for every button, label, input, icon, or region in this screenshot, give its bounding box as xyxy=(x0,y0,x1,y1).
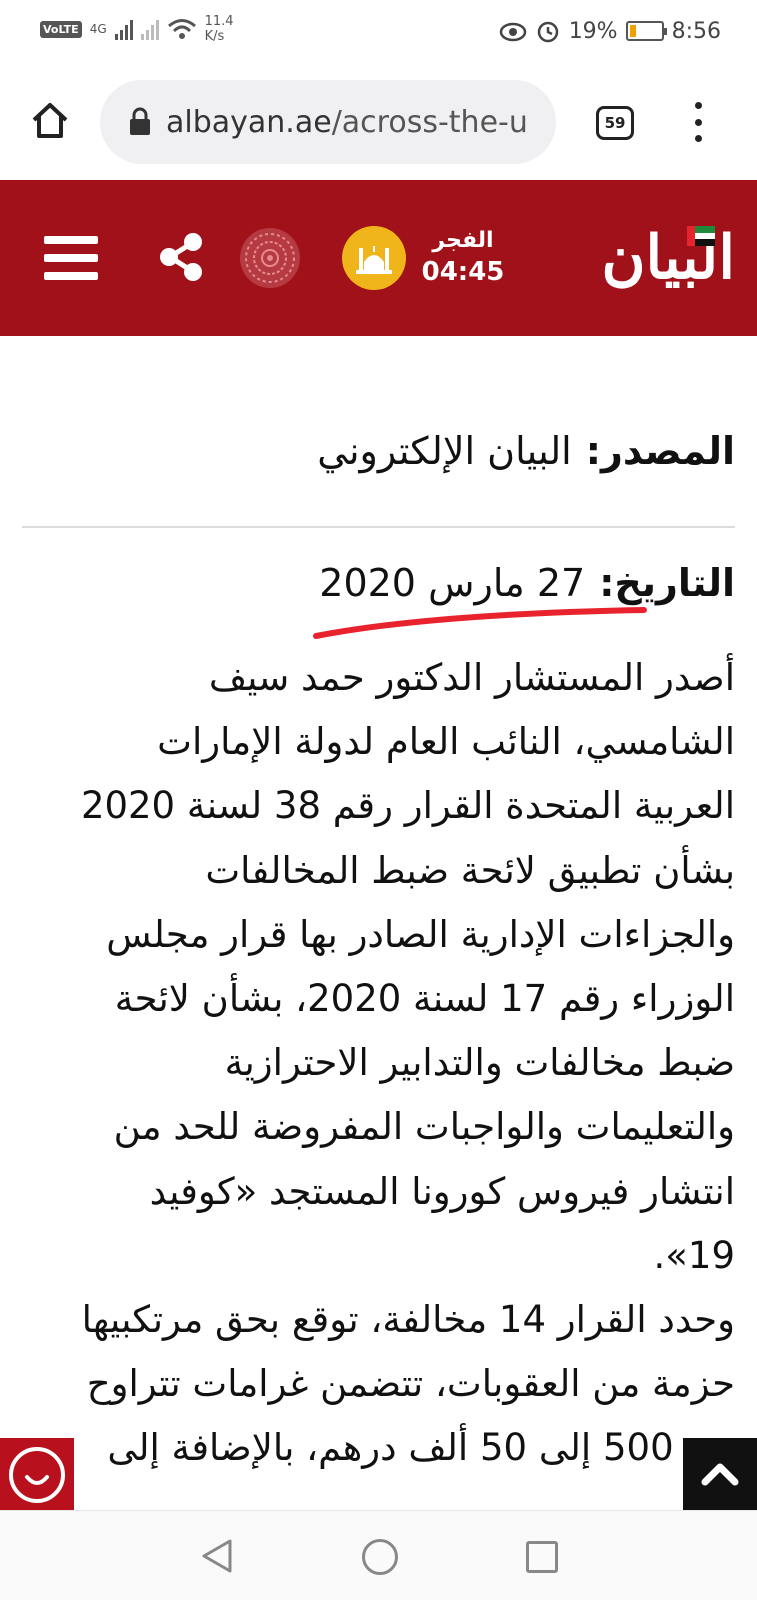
browser-toolbar: albayan.ae/across-the-u 59 xyxy=(0,64,757,180)
scroll-top-button[interactable] xyxy=(683,1438,757,1512)
paragraph-1-line: الشامسي، النائب العام لدولة الإمارات xyxy=(157,720,735,764)
net-speed-unit: K/s xyxy=(204,29,225,44)
date-row: التاريخ: 27 مارس 2020 xyxy=(319,558,735,608)
site-header: الفجر 04:45 البيان xyxy=(0,180,757,336)
share-icon[interactable] xyxy=(158,232,204,282)
hamburger-icon[interactable] xyxy=(44,236,98,280)
red-underline-annotation xyxy=(313,607,647,639)
clock: 8:56 xyxy=(671,18,721,44)
paragraph-1-line: والتعليمات والواجبات المفروضة للحد من xyxy=(113,1105,735,1149)
divider xyxy=(22,526,735,528)
url-bar[interactable]: albayan.ae/across-the-u xyxy=(100,80,556,164)
article-body: المصدر: البيان الإلكتروني التاريخ: 27 مارس… xyxy=(0,336,757,1506)
signal-2-icon xyxy=(140,18,159,40)
chevron-up-icon xyxy=(701,1463,739,1486)
uae-flag-icon xyxy=(687,226,715,246)
prayer-time-widget[interactable]: الفجر 04:45 xyxy=(420,228,506,287)
paragraph-2-line: حزمة من العقوبات، تتضمن غرامات تتراوح xyxy=(86,1362,735,1406)
source-value: البيان الإلكتروني xyxy=(317,429,572,473)
paragraph-2: وحدد القرار 14 مخالفة، توقع بحق مرتكبيها… xyxy=(20,1288,735,1481)
date-label: التاريخ: xyxy=(599,561,735,605)
paragraph-1-line: أصدر المستشار الدكتور حمد سيف xyxy=(208,656,735,699)
source-row: المصدر: البيان الإلكتروني xyxy=(317,426,735,476)
paragraph-2-line: بين 500 إلى 50 ألف درهم، بالإضافة إلى xyxy=(107,1426,735,1470)
home-circle-icon[interactable] xyxy=(362,1539,398,1575)
net-speed: 11.4 K/s xyxy=(205,14,234,44)
url-domain: albayan.ae xyxy=(166,104,332,140)
status-right: 19% 8:56 xyxy=(499,18,721,44)
volte-badge: VoLTE xyxy=(40,20,82,38)
paragraph-1-line: بشأن تطبيق لائحة ضبط المخالفات xyxy=(205,848,735,892)
system-nav-bar xyxy=(0,1510,757,1600)
date-value: 27 مارس 2020 xyxy=(319,561,586,605)
source-label: المصدر: xyxy=(585,429,735,473)
status-bar: VoLTE 4G 11.4 K/s 19% 8:56 xyxy=(0,0,757,64)
paragraph-2-line: وحدد القرار 14 مخالفة، توقع بحق مرتكبيها xyxy=(81,1298,735,1342)
lock-icon xyxy=(130,107,150,135)
back-triangle-icon[interactable] xyxy=(200,1537,234,1575)
battery-icon xyxy=(625,21,667,41)
prayer-time: 04:45 xyxy=(421,257,505,287)
paragraph-1: أصدر المستشار الدكتور حمد سيف الشامسي، ال… xyxy=(20,646,735,1288)
url-text: albayan.ae/across-the-u xyxy=(166,105,528,140)
more-vert-icon[interactable] xyxy=(690,102,706,142)
signal-icon xyxy=(114,18,133,40)
paragraph-1-line: 19». xyxy=(653,1233,736,1277)
chat-button[interactable] xyxy=(0,1438,74,1512)
islamic-pattern-icon[interactable] xyxy=(238,226,302,290)
paragraph-1-line: الوزراء رقم 17 لسنة 2020، بشأن لائحة xyxy=(114,977,735,1021)
wifi-icon xyxy=(167,19,196,39)
prayer-name: الفجر xyxy=(432,228,494,253)
paragraph-1-line: والجزاءات الإدارية الصادر بها قرار مجلس xyxy=(106,912,735,956)
alarm-icon xyxy=(537,21,558,43)
network-type: 4G xyxy=(89,22,107,36)
eye-icon xyxy=(499,22,526,42)
recents-square-icon[interactable] xyxy=(526,1541,558,1573)
chat-smile-icon xyxy=(9,1447,65,1503)
tabs-button[interactable]: 59 xyxy=(596,106,634,140)
battery-level xyxy=(629,25,636,37)
article-text: أصدر المستشار الدكتور حمد سيف الشامسي، ال… xyxy=(20,646,735,1481)
net-speed-value: 11.4 xyxy=(204,14,234,29)
mosque-icon[interactable] xyxy=(342,226,406,290)
home-icon[interactable] xyxy=(28,98,72,142)
paragraph-1-line: ضبط مخالفات والتدابير الاحترازية xyxy=(224,1041,735,1085)
status-left: VoLTE 4G 11.4 K/s xyxy=(40,14,234,44)
paragraph-1-line: العربية المتحدة القرار رقم 38 لسنة 2020 xyxy=(80,784,735,828)
battery-percent: 19% xyxy=(568,18,618,44)
url-path: /across-the-u xyxy=(331,104,528,140)
paragraph-1-line: انتشار فيروس كورونا المستجد «كوفيد xyxy=(149,1169,735,1213)
